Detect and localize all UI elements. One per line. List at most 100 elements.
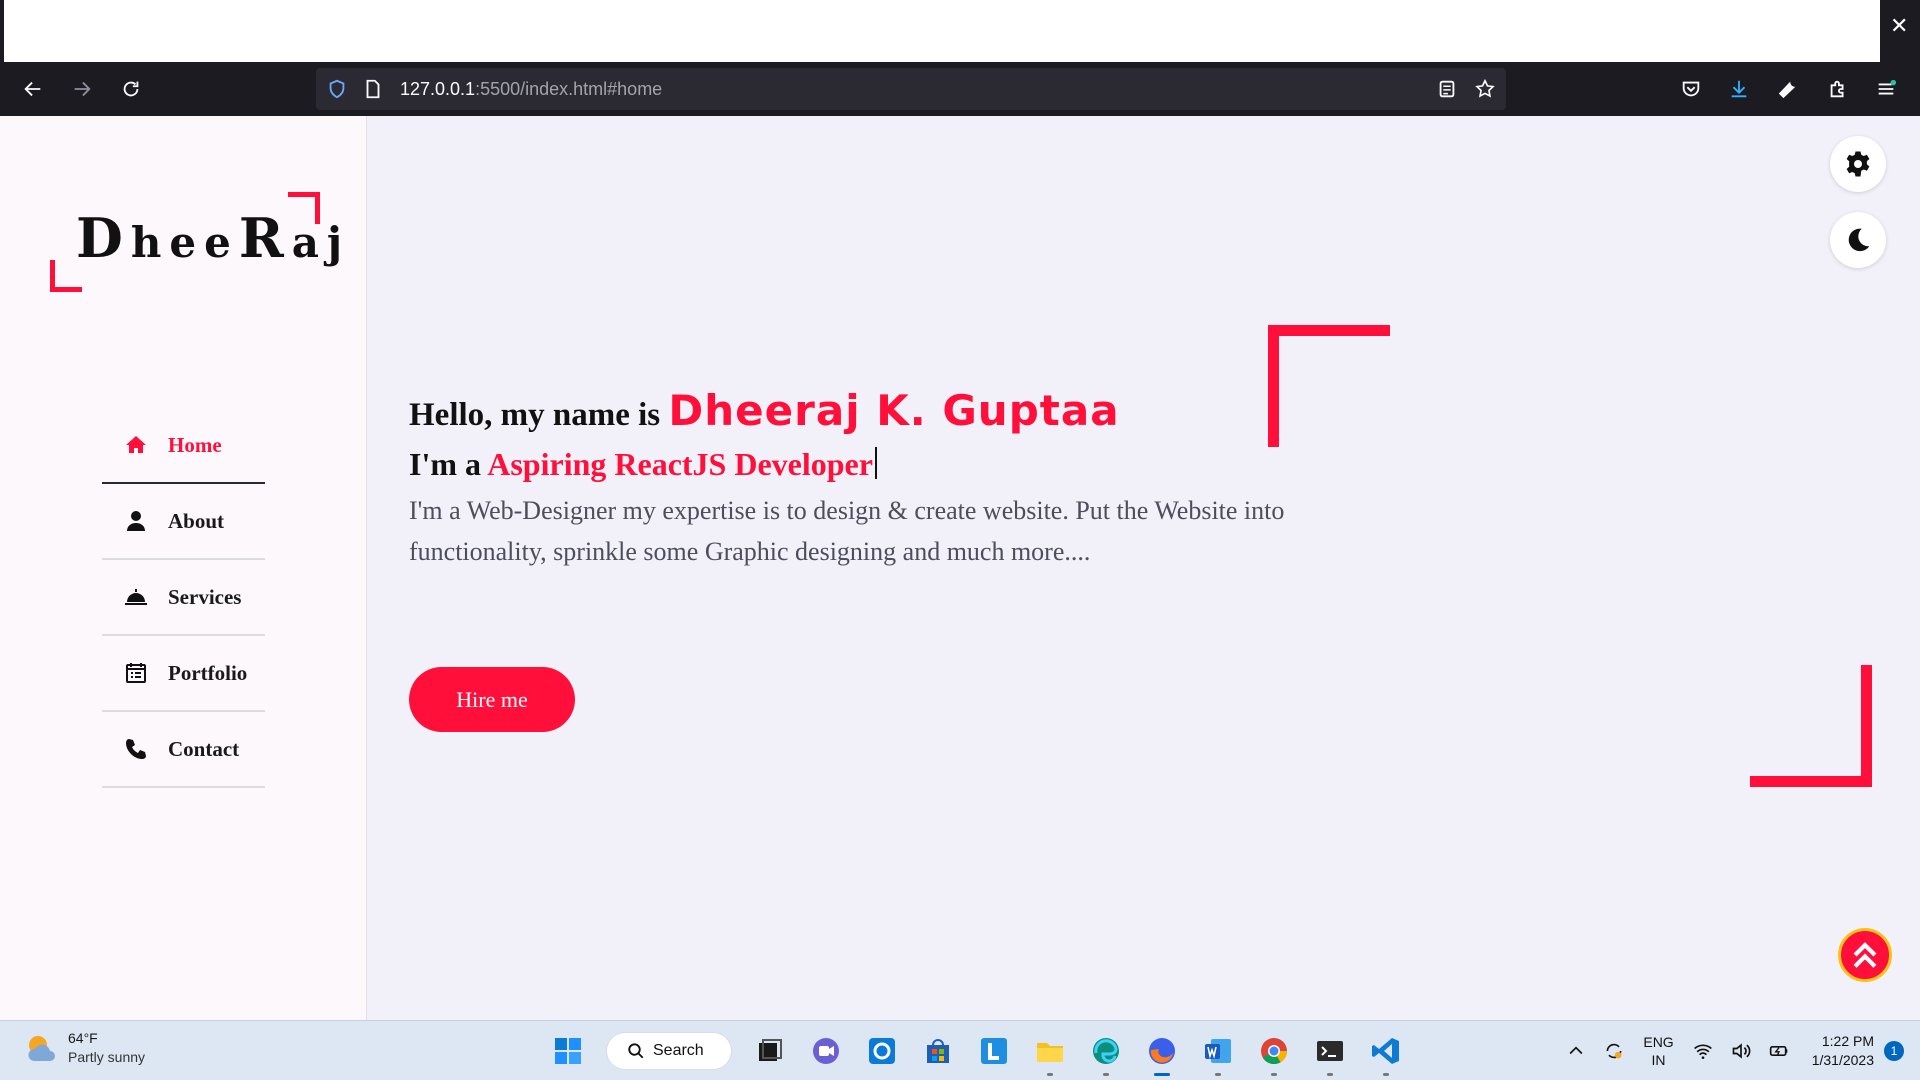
typing-cursor: [874, 447, 877, 479]
devtools-button[interactable]: [1774, 75, 1802, 103]
url-host: 127.0.0.1: [400, 79, 476, 99]
windows-logo-icon: [555, 1038, 581, 1064]
decorative-corner-top-left: [1268, 325, 1390, 447]
downloads-button[interactable]: [1725, 75, 1753, 103]
puzzle-icon: [1830, 80, 1844, 98]
sync-button[interactable]: [1601, 1038, 1627, 1064]
double-chevron-up-icon: [1853, 942, 1877, 968]
folder-icon: [1037, 1043, 1063, 1062]
firefox-button[interactable]: [1142, 1031, 1182, 1076]
gear-icon: [1846, 151, 1870, 177]
l-app-icon: [981, 1038, 1007, 1064]
download-icon: [1731, 80, 1747, 98]
moon-icon: [1848, 228, 1870, 252]
url-bar[interactable]: 127.0.0.1:5500/index.html#home: [316, 68, 1506, 110]
word-icon: [1205, 1039, 1231, 1063]
nav-item-services[interactable]: Services: [102, 560, 265, 636]
store-button[interactable]: [918, 1031, 958, 1071]
notification-badge[interactable]: 1: [1884, 1041, 1904, 1061]
phone-icon: [120, 735, 152, 763]
app-menu-button[interactable]: [1872, 75, 1900, 103]
file-explorer-button[interactable]: [1030, 1031, 1070, 1076]
cortana-button[interactable]: [862, 1031, 902, 1071]
task-view-button[interactable]: [750, 1031, 790, 1071]
clock-time: 1:22 PM: [1821, 1033, 1874, 1049]
system-clock[interactable]: 1:22 PM 1/31/2023: [1812, 1032, 1874, 1070]
dark-mode-toggle[interactable]: [1830, 212, 1886, 268]
vscode-button[interactable]: [1366, 1031, 1406, 1076]
pocket-button[interactable]: [1677, 75, 1705, 103]
volume-button[interactable]: [1728, 1038, 1754, 1064]
nav-label-contact: Contact: [168, 736, 240, 761]
search-icon: [628, 1043, 644, 1059]
scroll-to-top-button[interactable]: [1838, 928, 1892, 982]
service-bell-icon: [120, 583, 152, 611]
shield-icon[interactable]: [326, 78, 348, 100]
reader-view-icon[interactable]: [1436, 78, 1458, 100]
weather-desc: Partly sunny: [68, 1049, 146, 1065]
user-icon: [120, 507, 152, 535]
partly-sunny-icon: [24, 1031, 58, 1065]
chrome-button[interactable]: [1254, 1031, 1294, 1076]
forward-button[interactable]: [68, 75, 96, 103]
word-button[interactable]: [1198, 1031, 1238, 1076]
system-tray: ENG IN 1:22 PM 1/31/2023 1: [1557, 1021, 1920, 1080]
hamburger-menu-icon: [1878, 79, 1897, 95]
windows-taskbar: 64°F Partly sunny Search ENG IN 1:22 PM …: [0, 1020, 1920, 1080]
reload-button[interactable]: [117, 75, 145, 103]
weather-widget[interactable]: 64°F Partly sunny: [24, 1029, 145, 1067]
start-button[interactable]: [548, 1031, 588, 1071]
edge-button[interactable]: [1086, 1031, 1126, 1076]
weather-temp: 64°F: [68, 1030, 98, 1046]
store-icon: [927, 1039, 949, 1063]
pocket-icon: [1682, 81, 1700, 97]
speaker-icon: [1732, 1043, 1751, 1059]
nav-label-about: About: [168, 508, 225, 533]
taskbar-apps: Search: [540, 1027, 1414, 1076]
nav-item-portfolio[interactable]: Portfolio: [102, 636, 265, 712]
nav-label-services: Services: [168, 584, 242, 609]
settings-button[interactable]: [1830, 136, 1886, 192]
battery-button[interactable]: [1766, 1038, 1792, 1064]
wifi-icon: [1693, 1044, 1712, 1059]
screen: { "browser": { "url_host": "127.0.0.1", …: [0, 0, 1920, 1080]
battery-charging-icon: [1769, 1046, 1788, 1056]
input-language[interactable]: ENG IN: [1643, 1033, 1673, 1069]
logo-letter-r: R: [238, 206, 292, 270]
app-l-button[interactable]: [974, 1031, 1014, 1071]
calendar-list-icon: [120, 659, 152, 687]
chat-icon: [813, 1038, 839, 1064]
logo-letters-aj: aj: [291, 218, 351, 267]
nav-item-home[interactable]: Home: [102, 408, 265, 484]
lang-code: ENG: [1643, 1034, 1674, 1050]
nav-item-contact[interactable]: Contact: [102, 712, 265, 788]
webpage: DheeRaj Home About Services Portfolio Co…: [0, 116, 1920, 1020]
logo-text: DheeRaj: [76, 206, 350, 270]
terminal-button[interactable]: [1310, 1031, 1350, 1076]
url-text[interactable]: 127.0.0.1:5500/index.html#home: [400, 79, 662, 100]
tray-overflow-button[interactable]: [1563, 1038, 1589, 1064]
wifi-button[interactable]: [1690, 1038, 1716, 1064]
bookmark-star-icon[interactable]: [1474, 78, 1496, 100]
hero-description: I'm a Web-Designer my expertise is to de…: [409, 496, 1285, 566]
titlebar-edge: [0, 0, 4, 62]
teams-chat-button[interactable]: [806, 1031, 846, 1071]
page-icon[interactable]: [362, 78, 384, 100]
extensions-button[interactable]: [1824, 75, 1852, 103]
vscode-icon: [1372, 1038, 1399, 1064]
sidebar: DheeRaj Home About Services Portfolio Co…: [0, 116, 367, 1020]
site-logo[interactable]: DheeRaj: [50, 192, 342, 292]
reload-icon: [123, 81, 139, 97]
nav-item-about[interactable]: About: [102, 484, 265, 560]
hire-me-button[interactable]: Hire me: [409, 667, 575, 732]
lang-region: IN: [1651, 1052, 1666, 1068]
url-path: :5500/index.html#home: [475, 79, 663, 99]
taskbar-search[interactable]: Search: [606, 1032, 732, 1070]
hero-role: I'm a Aspiring ReactJS Developer: [409, 446, 877, 483]
back-button[interactable]: [19, 75, 47, 103]
cortana-icon: [869, 1038, 895, 1064]
logo-letter-d: D: [76, 206, 131, 270]
search-label: Search: [653, 1042, 704, 1059]
close-window-icon[interactable]: ✕: [1890, 15, 1908, 37]
hero-greeting: Hello, my name is Dheeraj K. Guptaa: [409, 386, 1120, 435]
